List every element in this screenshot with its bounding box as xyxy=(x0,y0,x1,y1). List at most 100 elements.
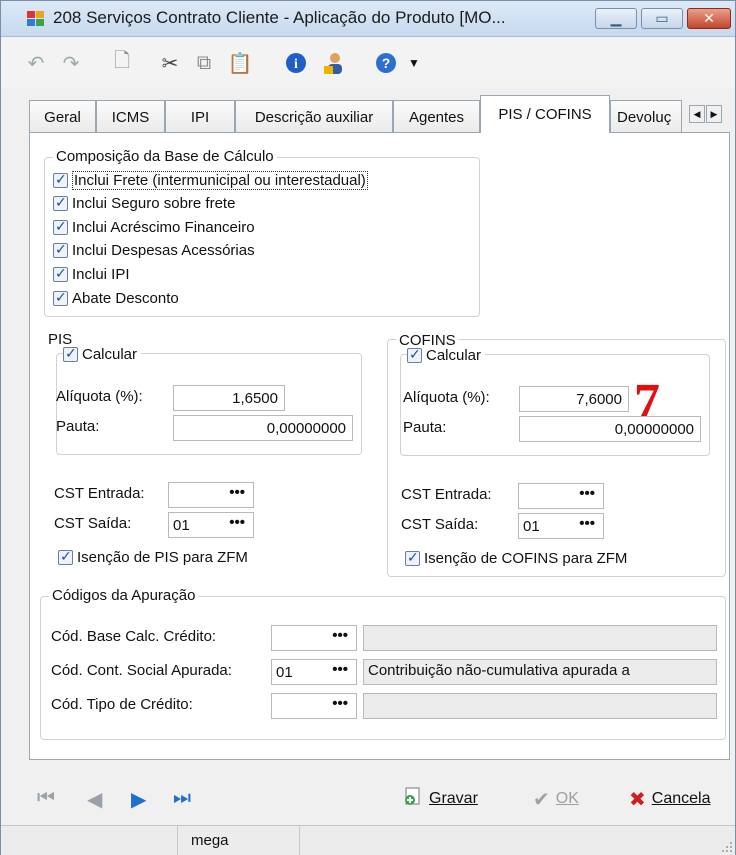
cofins-aliquota-label: Alíquota (%): xyxy=(403,389,490,406)
pis-pauta-input[interactable]: 0,00000000 xyxy=(173,415,353,441)
lookup-button[interactable]: ••• xyxy=(332,661,348,678)
cofins-aliquota-input[interactable]: 7,6000 xyxy=(519,386,629,412)
previous-record-icon[interactable]: ◀ xyxy=(87,787,102,812)
checkbox-inclui-frete[interactable]: Inclui Frete (intermunicipal ou interest… xyxy=(53,170,368,190)
checkbox-icon[interactable] xyxy=(53,171,68,188)
cofins-cst-saida-input[interactable]: 01 ••• xyxy=(518,513,604,539)
minimize-button[interactable]: ▁ xyxy=(595,8,637,29)
ok-button[interactable]: ✔ OK xyxy=(533,786,579,812)
checkbox-inclui-despesas[interactable]: Inclui Despesas Acessórias xyxy=(53,240,255,260)
toolbar: ↶ ↷ 🗋 ✂ ⧉ 📋 i ? ▼ xyxy=(1,38,735,88)
copy-icon[interactable]: ⧉ xyxy=(191,50,217,76)
cofins-isencao-zfm-checkbox[interactable]: Isenção de COFINS para ZFM xyxy=(405,548,627,568)
cofins-pauta-input[interactable]: 0,00000000 xyxy=(519,416,701,442)
cut-icon[interactable]: ✂ xyxy=(157,50,183,76)
cofins-calcular-checkbox[interactable]: Calcular xyxy=(407,345,486,365)
checkbox-icon[interactable] xyxy=(58,548,73,565)
tab-devolucao[interactable]: Devoluç xyxy=(610,100,682,133)
svg-text:?: ? xyxy=(382,55,391,71)
tab-ipi[interactable]: IPI xyxy=(165,100,235,133)
checkbox-label: Calcular xyxy=(426,346,482,364)
pis-cst-saida-input[interactable]: 01 ••• xyxy=(168,512,254,538)
lookup-button[interactable]: ••• xyxy=(229,514,245,531)
checkbox-icon[interactable] xyxy=(405,549,420,566)
cofins-cst-entrada-label: CST Entrada: xyxy=(401,486,492,503)
checkbox-label: Isenção de COFINS para ZFM xyxy=(424,549,628,567)
checkbox-inclui-seguro[interactable]: Inclui Seguro sobre frete xyxy=(53,193,235,213)
paste-icon[interactable]: 📋 xyxy=(227,50,253,76)
tab-agentes[interactable]: Agentes xyxy=(393,100,480,133)
close-icon: ✕ xyxy=(703,10,715,26)
checkbox-icon[interactable] xyxy=(53,289,68,306)
info-icon[interactable]: i xyxy=(283,50,309,76)
status-bar: mega xyxy=(1,825,735,855)
status-separator xyxy=(299,826,300,855)
checkbox-inclui-ipi[interactable]: Inclui IPI xyxy=(53,264,130,284)
pis-cst-entrada-input[interactable]: ••• xyxy=(168,482,254,508)
cont-social-input[interactable]: 01 ••• xyxy=(271,659,357,685)
last-record-icon[interactable]: ⏭ xyxy=(173,787,191,810)
cofins-cst-entrada-input[interactable]: ••• xyxy=(518,483,604,509)
tab-icms[interactable]: ICMS xyxy=(96,100,165,133)
checkbox-label: Inclui Frete (intermunicipal ou interest… xyxy=(72,170,368,190)
cancela-label: Cancela xyxy=(651,790,711,807)
maximize-icon: ▭ xyxy=(655,10,669,26)
gravar-button[interactable]: Gravar xyxy=(403,786,478,812)
field-value: 01 xyxy=(276,663,293,681)
pis-calcular-checkbox[interactable]: Calcular xyxy=(63,344,142,364)
tab-geral[interactable]: Geral xyxy=(29,100,96,133)
pis-isencao-zfm-checkbox[interactable]: Isenção de PIS para ZFM xyxy=(58,547,248,567)
tab-scroll-left-icon[interactable]: ◀ xyxy=(689,105,705,123)
checkbox-icon[interactable] xyxy=(53,265,68,282)
tab-scroll-right-icon[interactable]: ▶ xyxy=(706,105,722,123)
redo-icon[interactable]: ↷ xyxy=(58,50,84,76)
lookup-button[interactable]: ••• xyxy=(332,627,348,644)
checkbox-label: Inclui Acréscimo Financeiro xyxy=(72,218,255,236)
checkbox-label: Isenção de PIS para ZFM xyxy=(77,548,248,566)
resize-grip-icon[interactable] xyxy=(721,841,733,853)
pis-aliquota-input[interactable]: 1,6500 xyxy=(173,385,285,411)
lookup-button[interactable]: ••• xyxy=(229,484,245,501)
first-record-icon[interactable]: ⏮ xyxy=(37,787,55,810)
cont-social-label: Cód. Cont. Social Apurada: xyxy=(51,662,232,679)
base-calc-input[interactable]: ••• xyxy=(271,625,357,651)
composicao-title: Composição da Base de Cálculo xyxy=(53,148,277,165)
checkbox-icon[interactable] xyxy=(53,241,68,258)
title-bar[interactable]: 208 Serviços Contrato Cliente - Aplicaçã… xyxy=(1,1,735,37)
checkbox-icon[interactable] xyxy=(407,346,422,363)
close-button[interactable]: ✕ xyxy=(687,8,731,29)
checkbox-icon[interactable] xyxy=(53,194,68,211)
pis-cst-entrada-label: CST Entrada: xyxy=(54,485,145,502)
next-record-icon[interactable]: ▶ xyxy=(131,787,146,812)
checkbox-icon[interactable] xyxy=(63,345,78,362)
lookup-button[interactable]: ••• xyxy=(579,485,595,502)
user-icon[interactable] xyxy=(321,50,347,76)
lookup-button[interactable]: ••• xyxy=(332,695,348,712)
checkbox-icon[interactable] xyxy=(53,218,68,235)
navigation-bar: ⏮ ◀ ▶ ⏭ Gravar ✔ OK ✖ Cancela xyxy=(1,769,735,825)
checkbox-label: Inclui IPI xyxy=(72,265,130,283)
checkbox-abate-desconto[interactable]: Abate Desconto xyxy=(53,288,179,308)
maximize-button[interactable]: ▭ xyxy=(641,8,683,29)
cofins-cst-saida-label: CST Saída: xyxy=(401,516,479,533)
tipo-credito-input[interactable]: ••• xyxy=(271,693,357,719)
tab-pis-cofins[interactable]: PIS / COFINS xyxy=(480,95,610,133)
pis-calcular-box: Calcular Alíquota (%): 1,6500 Pauta: 0,0… xyxy=(56,344,362,455)
cancela-button[interactable]: ✖ Cancela xyxy=(629,786,710,812)
checkbox-label: Inclui Seguro sobre frete xyxy=(72,194,236,212)
new-document-icon[interactable]: 🗋 xyxy=(109,50,135,76)
pis-group: PIS Calcular Alíquota (%): 1,6500 Pauta:… xyxy=(42,331,377,577)
cofins-calcular-box: Calcular Alíquota (%): 7,6000 Pauta: 0,0… xyxy=(400,345,710,456)
help-icon[interactable]: ? xyxy=(373,50,399,76)
checkbox-inclui-acrescimo[interactable]: Inclui Acréscimo Financeiro xyxy=(53,217,255,237)
checkbox-label: Calcular xyxy=(82,345,138,363)
undo-icon[interactable]: ↶ xyxy=(23,50,49,76)
tab-descricao-auxiliar[interactable]: Descrição auxiliar xyxy=(235,100,393,133)
tipo-credito-description xyxy=(363,693,717,719)
apuracao-group: Códigos da Apuração Cód. Base Calc. Créd… xyxy=(40,587,726,740)
app-icon xyxy=(27,11,44,26)
checkbox-label: Abate Desconto xyxy=(72,289,179,307)
dropdown-arrow-icon[interactable]: ▼ xyxy=(401,50,427,76)
status-user: mega xyxy=(191,832,229,849)
lookup-button[interactable]: ••• xyxy=(579,515,595,532)
